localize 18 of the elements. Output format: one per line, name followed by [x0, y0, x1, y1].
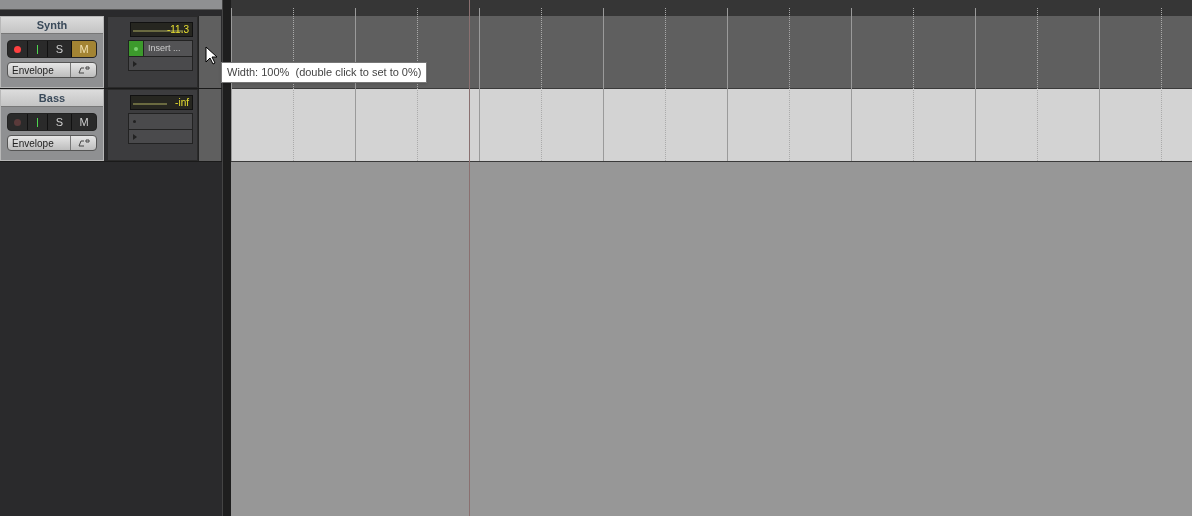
mute-button[interactable]: M	[72, 114, 96, 130]
track-name[interactable]: Synth	[1, 17, 103, 34]
width-handle[interactable]	[198, 16, 221, 88]
track-lane[interactable]	[231, 89, 1192, 162]
record-icon	[14, 118, 21, 126]
insert-slot[interactable]: Insert ...	[144, 41, 192, 56]
tooltip: Width: 100% (double click to set to 0%)	[221, 62, 428, 83]
width-handle[interactable]	[198, 89, 221, 161]
meter-reading: -11.3	[166, 24, 189, 35]
record-icon	[14, 45, 21, 53]
track-name[interactable]: Bass	[1, 90, 103, 107]
cursor-icon	[205, 46, 218, 65]
meter-reading: -inf	[175, 97, 189, 108]
play-icon	[133, 60, 137, 67]
solo-button[interactable]: S	[48, 114, 72, 130]
play-icon	[133, 133, 137, 140]
envelope-icon	[77, 66, 90, 74]
envelope-icon	[77, 139, 90, 147]
